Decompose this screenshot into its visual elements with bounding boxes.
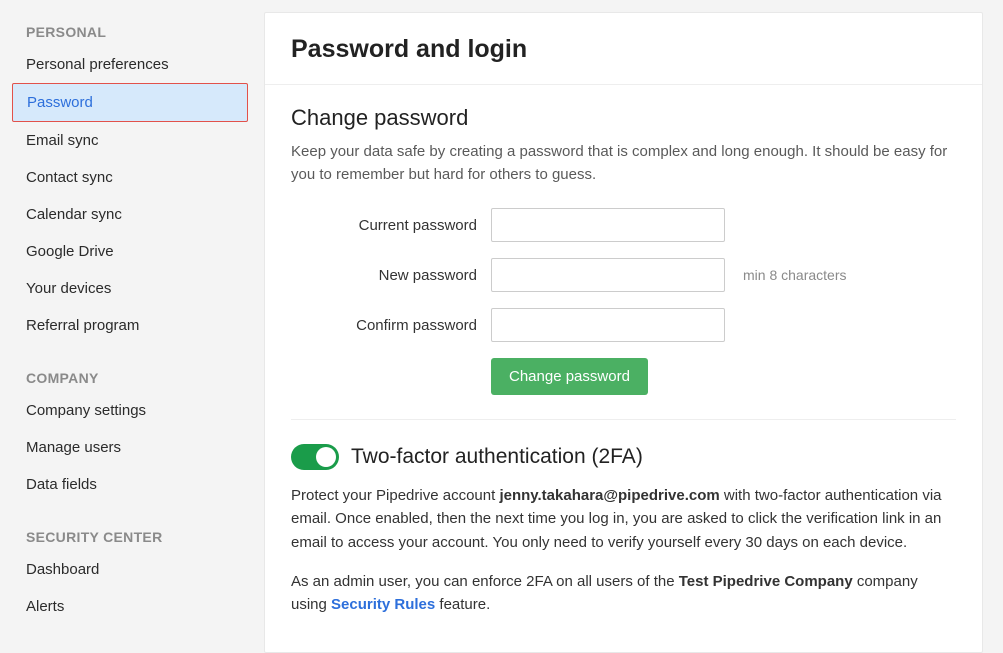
sidebar-item-dashboard[interactable]: Dashboard — [12, 551, 248, 588]
sidebar-item-contact-sync[interactable]: Contact sync — [12, 159, 248, 196]
confirm-password-label: Confirm password — [291, 317, 491, 334]
twofa-description: Protect your Pipedrive account jenny.tak… — [291, 484, 956, 554]
twofa-account-email: jenny.takahara@pipedrive.com — [499, 487, 719, 504]
twofa-admin-note: As an admin user, you can enforce 2FA on… — [291, 570, 956, 617]
sidebar-item-personal-preferences[interactable]: Personal preferences — [12, 46, 248, 83]
twofa-admin-suffix: feature. — [435, 596, 490, 613]
section-divider — [291, 419, 956, 420]
sidebar-item-password[interactable]: Password — [12, 83, 248, 122]
new-password-label: New password — [291, 267, 491, 284]
change-password-actions: Change password — [491, 358, 956, 395]
new-password-row: New password min 8 characters — [291, 258, 956, 292]
twofa-company-name: Test Pipedrive Company — [679, 573, 853, 590]
sidebar-item-alerts[interactable]: Alerts — [12, 588, 248, 625]
change-password-title: Change password — [291, 105, 956, 131]
twofa-title: Two-factor authentication (2FA) — [351, 445, 643, 469]
security-rules-link[interactable]: Security Rules — [331, 596, 435, 613]
sidebar-item-company-settings[interactable]: Company settings — [12, 392, 248, 429]
sidebar-section-security-center: SECURITY CENTER — [12, 521, 248, 551]
card-header: Password and login — [265, 13, 982, 85]
current-password-input[interactable] — [491, 208, 725, 242]
current-password-row: Current password — [291, 208, 956, 242]
sidebar-item-manage-users[interactable]: Manage users — [12, 429, 248, 466]
change-password-description: Keep your data safe by creating a passwo… — [291, 141, 956, 186]
sidebar-item-data-fields[interactable]: Data fields — [12, 466, 248, 503]
sidebar-section-personal: PERSONAL — [12, 16, 248, 46]
new-password-input[interactable] — [491, 258, 725, 292]
settings-card: Password and login Change password Keep … — [264, 12, 983, 653]
sidebar-item-google-drive[interactable]: Google Drive — [12, 233, 248, 270]
sidebar-item-referral-program[interactable]: Referral program — [12, 307, 248, 344]
main-content: Password and login Change password Keep … — [260, 0, 1003, 635]
current-password-label: Current password — [291, 217, 491, 234]
new-password-hint: min 8 characters — [743, 267, 846, 283]
sidebar-item-email-sync[interactable]: Email sync — [12, 122, 248, 159]
twofa-toggle[interactable] — [291, 444, 339, 470]
confirm-password-row: Confirm password — [291, 308, 956, 342]
confirm-password-input[interactable] — [491, 308, 725, 342]
toggle-knob-icon — [316, 447, 336, 467]
sidebar-item-your-devices[interactable]: Your devices — [12, 270, 248, 307]
page-title: Password and login — [291, 35, 956, 64]
sidebar-item-calendar-sync[interactable]: Calendar sync — [12, 196, 248, 233]
change-password-button[interactable]: Change password — [491, 358, 648, 395]
card-body: Change password Keep your data safe by c… — [265, 85, 982, 652]
settings-sidebar: PERSONAL Personal preferences Password E… — [0, 0, 260, 635]
sidebar-section-company: COMPANY — [12, 362, 248, 392]
twofa-admin-prefix: As an admin user, you can enforce 2FA on… — [291, 573, 679, 590]
twofa-header: Two-factor authentication (2FA) — [291, 444, 956, 470]
twofa-desc-prefix: Protect your Pipedrive account — [291, 487, 499, 504]
